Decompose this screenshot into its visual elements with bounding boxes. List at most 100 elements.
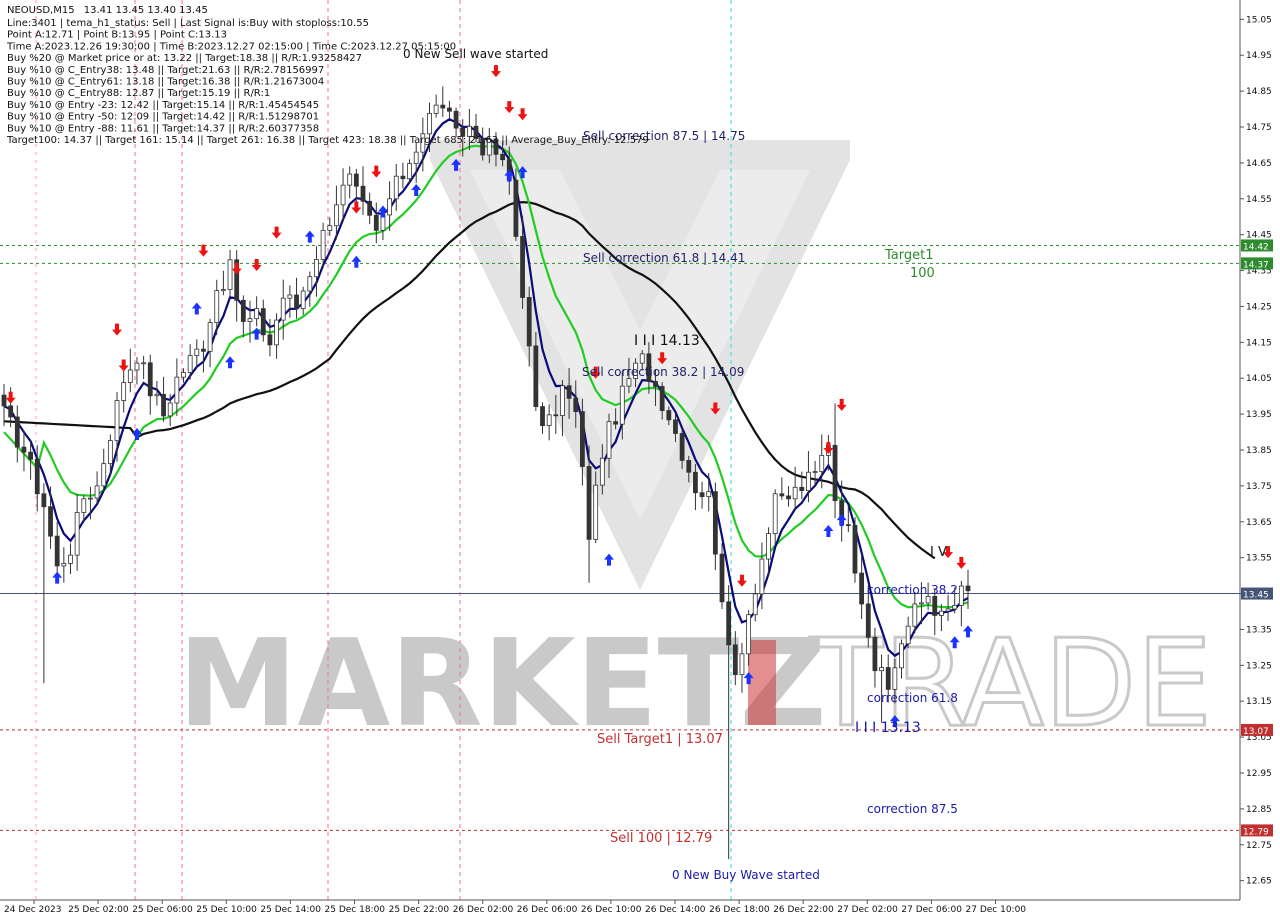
candle-body-bear — [673, 419, 678, 434]
candle-body-bull — [141, 362, 147, 365]
price-tick-label: 15.05 — [1246, 15, 1272, 25]
candle-body-bull — [340, 184, 346, 206]
candle-body-bear — [447, 107, 452, 112]
time-tick-label: 27 Dec 06:00 — [901, 905, 962, 915]
candle-body-bear — [353, 173, 359, 187]
candle-body-bear — [686, 460, 692, 473]
candle-body-bear — [613, 421, 619, 425]
time-tick-label: 25 Dec 10:00 — [196, 905, 257, 915]
candle-body-bull — [433, 104, 439, 114]
candle-body-bear — [852, 524, 858, 574]
level-tag-label: 14.42 — [1243, 242, 1269, 252]
price-tick-label: 13.15 — [1246, 697, 1272, 707]
header-line: Point A:12.71 | Point B:13.95 | Point C:… — [7, 30, 227, 41]
candle-body-bull — [746, 614, 752, 655]
price-tick-label: 14.95 — [1246, 51, 1272, 61]
price-tick-label: 12.75 — [1246, 841, 1272, 851]
time-tick-label: 24 Dec 2023 — [4, 905, 62, 915]
candle-body-bull — [772, 493, 778, 535]
candle-body-bull — [892, 667, 898, 690]
candle-body-bear — [500, 153, 506, 161]
wave-label-1413: I I I 14.13 — [634, 333, 700, 349]
level-tag-label: 13.07 — [1243, 727, 1269, 737]
candle-body-bull — [121, 382, 127, 401]
candle-body-bull — [387, 198, 393, 216]
candle-body-bear — [267, 334, 273, 346]
candle-body-bull — [68, 554, 73, 564]
candle-body-bull — [107, 440, 113, 465]
candle-body-bear — [520, 236, 525, 298]
candle-body-bull — [619, 385, 625, 425]
candle-body-bull — [327, 225, 333, 231]
candle-body-bear — [885, 667, 891, 690]
candle-body-bear — [586, 466, 592, 540]
candle-body-bull — [207, 322, 213, 352]
candle-body-bear — [653, 381, 658, 387]
candle-body-bear — [360, 185, 366, 202]
header-line: Buy %20 @ Market price or at: 13.22 || T… — [7, 53, 362, 64]
candle-body-bear — [799, 486, 805, 491]
price-tick-label: 13.25 — [1246, 661, 1272, 671]
candle-body-bull — [766, 533, 771, 560]
candle-body-bull — [174, 376, 180, 404]
watermark-accent-bar — [748, 640, 776, 725]
candle-body-bear — [41, 493, 47, 508]
candle-body-bull — [334, 204, 339, 227]
candle-body-bear — [580, 411, 585, 467]
correction-618-label: correction 61.8 — [867, 691, 958, 705]
candle-body-bear — [48, 506, 53, 537]
level-tag-label: 13.45 — [1243, 591, 1269, 601]
header-line: Buy %10 @ C_Entry61: 13.18 || Target:16.… — [7, 77, 324, 88]
new-buy-wave-label: 0 New Buy Wave started — [672, 868, 820, 882]
candle-body-bear — [8, 405, 14, 418]
correction-875-label: correction 87.5 — [867, 802, 958, 816]
price-tick-label: 14.25 — [1246, 302, 1272, 312]
candle-body-bear — [240, 299, 246, 322]
candle-body-bull — [254, 308, 260, 320]
time-tick-label: 25 Dec 14:00 — [260, 905, 321, 915]
candle-body-bull — [274, 319, 279, 346]
candle-body-bull — [739, 653, 745, 676]
price-tick-label: 13.55 — [1246, 554, 1272, 564]
candle-body-bear — [513, 179, 519, 237]
candle-body-bear — [147, 362, 153, 397]
header-ohlc: 13.41 13.45 13.40 13.45 — [84, 5, 208, 16]
header-line: Buy %10 @ Entry -23: 12.42 || Target:15.… — [7, 100, 319, 111]
price-tick-label: 14.05 — [1246, 374, 1272, 384]
candle-body-bear — [440, 104, 446, 109]
time-tick-label: 27 Dec 02:00 — [837, 905, 898, 915]
candle-body-bull — [413, 151, 419, 165]
price-tick-label: 14.65 — [1246, 159, 1272, 169]
candle-body-bear — [832, 444, 838, 502]
chart-container[interactable]: MARKETZ TRADE 0 New Sell wave started Se… — [0, 0, 1280, 920]
sell-correction-618-label: Sell correction 61.8 | 14.41 — [583, 251, 745, 265]
candle-body-bull — [905, 625, 911, 645]
candle-body-bear — [693, 471, 698, 494]
price-chart[interactable]: MARKETZ TRADE 0 New Sell wave started Se… — [0, 0, 1280, 920]
candle-body-bull — [952, 604, 958, 610]
candle-body-bull — [214, 290, 220, 324]
candle-body-bull — [879, 667, 884, 672]
candle — [852, 517, 858, 583]
target1-value-label: 100 — [910, 266, 935, 281]
candle-body-bull — [114, 400, 120, 442]
candle-body-bull — [560, 385, 565, 416]
candle-body-bull — [899, 643, 904, 669]
candle-body-bear — [553, 414, 559, 417]
candle-body-bull — [958, 585, 964, 606]
candle-body-bull — [759, 558, 765, 595]
candle-body-bear — [161, 393, 166, 417]
candle-body-bull — [639, 353, 645, 364]
candle-body-bear — [932, 596, 938, 616]
candle-body-bear — [54, 535, 60, 567]
price-tick-label: 14.75 — [1246, 123, 1272, 133]
candle-body-bear — [859, 572, 865, 605]
header-line: Buy %10 @ C_Entry88: 12.87 || Target:15.… — [7, 88, 270, 99]
candle-body-bear — [872, 636, 878, 672]
candle-body-bear — [659, 386, 665, 411]
price-tick-label: 12.85 — [1246, 805, 1272, 815]
header-symbol: NEOUSD,M15 13.41 13.45 13.40 13.45 — [7, 5, 208, 16]
header-line: Target100: 14.37 || Target 161: 15.14 ||… — [6, 135, 649, 146]
candle-body-bear — [540, 406, 545, 426]
candle-body-bull — [919, 602, 924, 605]
